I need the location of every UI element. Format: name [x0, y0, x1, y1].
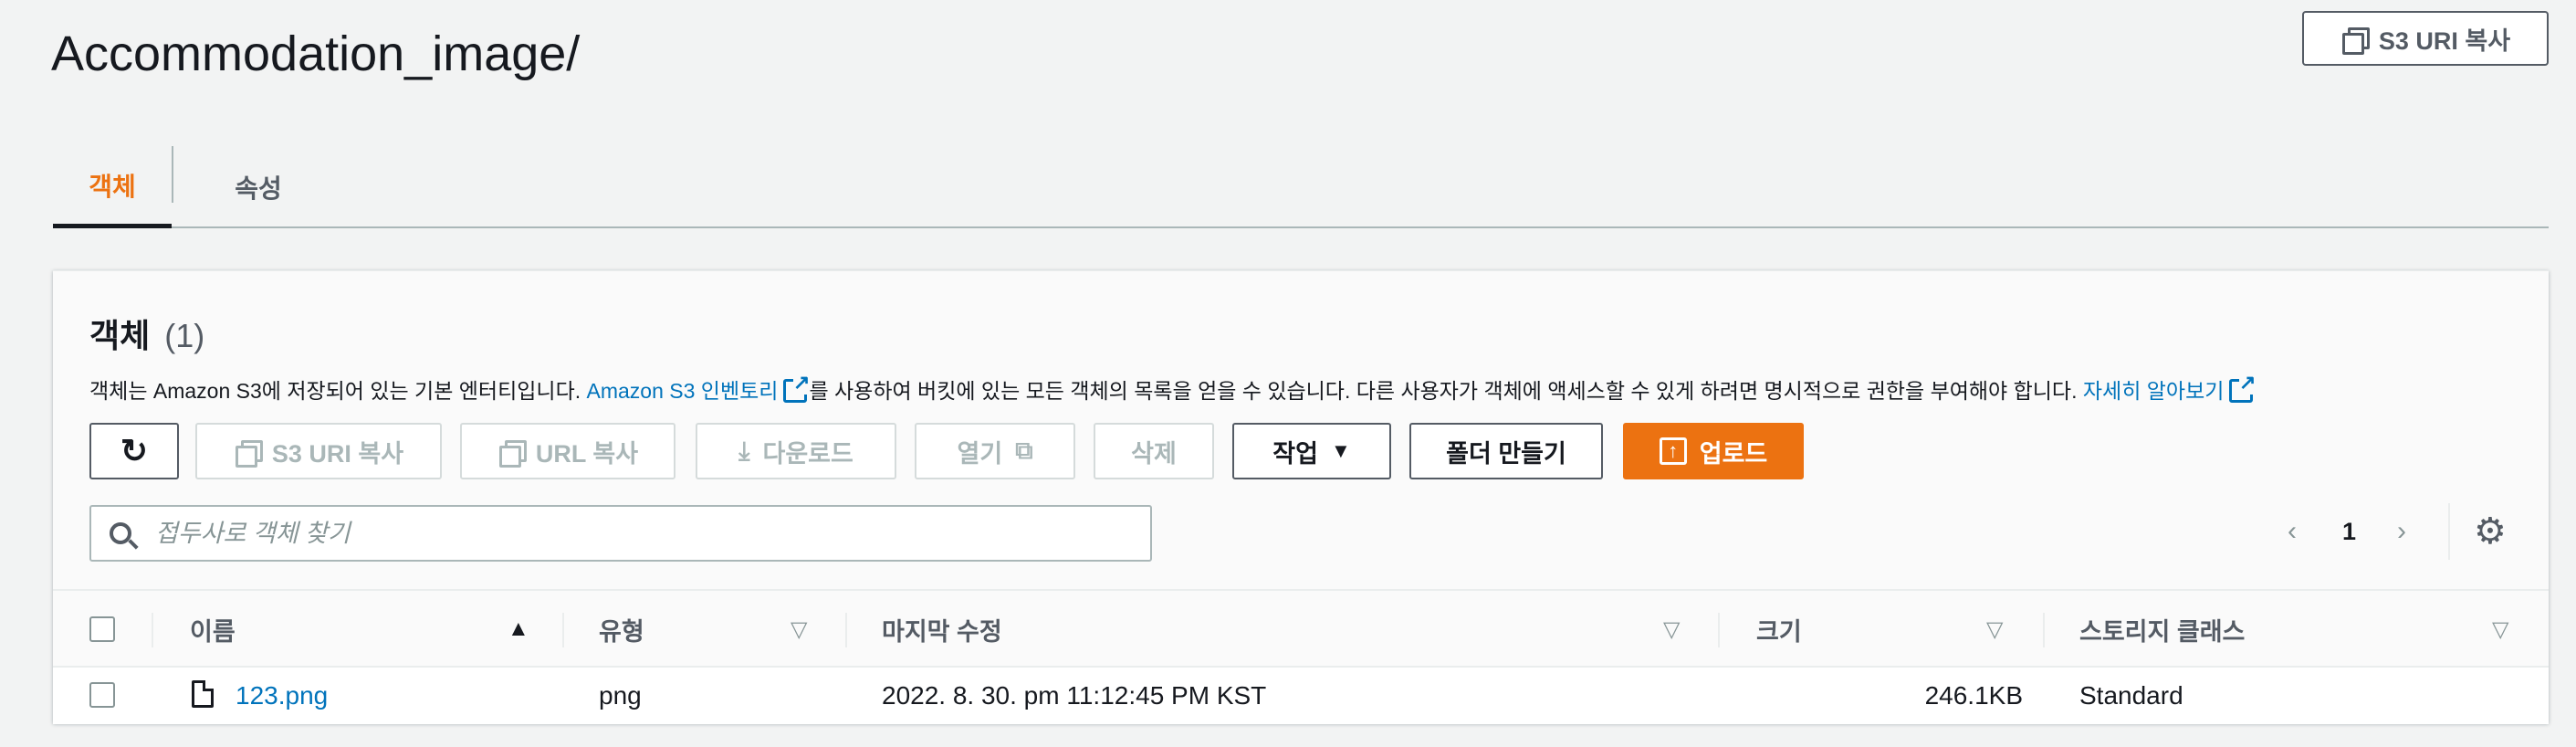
create-folder-label: 폴더 만들기	[1446, 439, 1566, 468]
column-divider	[562, 613, 564, 647]
table-header: 이름 ▲ 유형 ▽ 마지막 수정 ▽ 크기 ▽ 스토리지 클래스 ▽	[53, 589, 2549, 668]
external-link-icon	[783, 371, 811, 403]
refresh-icon: ↻	[120, 432, 149, 469]
tab-objects[interactable]: 객체	[53, 146, 172, 228]
caret-down-icon: ▼	[1330, 439, 1351, 462]
copy-s3-uri-header-button[interactable]: S3 URI 복사	[2302, 11, 2549, 66]
download-button[interactable]: ⤓ 다운로드	[696, 423, 896, 479]
column-header-storage-class[interactable]: 스토리지 클래스	[2079, 591, 2245, 668]
delete-label: 삭제	[1131, 439, 1177, 468]
refresh-button[interactable]: ↻	[89, 423, 179, 479]
column-header-last-modified[interactable]: 마지막 수정	[882, 591, 1002, 668]
upload-button[interactable]: ↑ 업로드	[1623, 423, 1804, 479]
objects-count: (1)	[164, 317, 205, 354]
search-field	[89, 505, 1152, 562]
chevron-right-icon: ›	[2397, 516, 2406, 546]
objects-panel-title: 객체 (1)	[89, 310, 204, 357]
inventory-link[interactable]: Amazon S3 인벤토리	[587, 379, 779, 403]
sort-icon[interactable]: ▽	[1663, 616, 1680, 643]
copy-url-button[interactable]: URL 복사	[460, 423, 675, 479]
download-label: 다운로드	[762, 439, 853, 468]
object-storage-class-cell: Standard	[2079, 681, 2183, 710]
description-part2: 를 사용하여 버킷에 있는 모든 객체의 목록을 얻을 수 있습니다. 다른 사…	[809, 379, 2083, 403]
description-part1: 객체는 Amazon S3에 저장되어 있는 기본 엔터티입니다.	[89, 379, 587, 403]
sort-icon[interactable]: ▽	[2492, 616, 2508, 643]
search-input[interactable]	[155, 519, 1141, 548]
tab-bar: 객체 속성	[53, 146, 2549, 228]
gear-icon[interactable]: ⚙	[2474, 510, 2507, 552]
copy-icon	[234, 438, 263, 468]
objects-panel: 객체 (1) 객체는 Amazon S3에 저장되어 있는 기본 엔터티입니다.…	[53, 270, 2549, 724]
object-last-modified-cell: 2022. 8. 30. pm 11:12:45 PM KST	[882, 681, 1267, 710]
object-name-cell: 123.png	[236, 668, 328, 724]
column-header-type[interactable]: 유형	[599, 591, 644, 668]
download-icon: ⤓	[738, 436, 750, 465]
learn-more-link[interactable]: 자세히 알아보기	[2083, 379, 2225, 403]
next-page-button[interactable]: ›	[2397, 500, 2406, 563]
upload-label: 업로드	[1699, 439, 1768, 468]
copy-icon	[2340, 26, 2370, 55]
page-title: Accommodation_image/	[51, 26, 581, 81]
open-label: 열기	[957, 439, 1003, 468]
tab-divider	[172, 146, 173, 203]
column-header-size[interactable]: 크기	[1756, 591, 1802, 668]
actions-dropdown[interactable]: 작업 ▼	[1232, 423, 1391, 479]
open-button[interactable]: 열기 ⧉	[915, 423, 1075, 479]
tab-properties[interactable]: 속성	[199, 146, 318, 228]
pager-divider	[2448, 503, 2450, 560]
search-icon	[110, 522, 131, 544]
chevron-left-icon: ‹	[2288, 516, 2297, 546]
sort-icon[interactable]: ▽	[791, 616, 807, 643]
select-all-checkbox[interactable]	[89, 616, 115, 642]
copy-s3-uri-header-label: S3 URI 복사	[2378, 26, 2511, 55]
external-link-icon: ⧉	[1015, 437, 1033, 464]
object-type-cell: png	[599, 681, 642, 710]
objects-title: 객체	[89, 317, 151, 354]
table-row[interactable]: 123.png png 2022. 8. 30. pm 11:12:45 PM …	[53, 668, 2549, 724]
file-icon	[192, 680, 214, 708]
copy-icon	[497, 438, 527, 468]
column-header-name[interactable]: 이름	[190, 591, 236, 668]
delete-button[interactable]: 삭제	[1094, 423, 1214, 479]
create-folder-button[interactable]: 폴더 만들기	[1409, 423, 1603, 479]
row-checkbox[interactable]	[89, 682, 115, 708]
objects-description: 객체는 Amazon S3에 저장되어 있는 기본 엔터티입니다. Amazon…	[89, 371, 2257, 405]
upload-icon: ↑	[1659, 437, 1687, 465]
column-divider	[845, 613, 847, 647]
sort-icon[interactable]: ▽	[1986, 616, 2003, 643]
current-page-number[interactable]: 1	[2342, 500, 2356, 563]
column-divider	[152, 613, 153, 647]
sort-ascending-icon[interactable]: ▲	[508, 616, 529, 642]
copy-s3-uri-button[interactable]: S3 URI 복사	[195, 423, 442, 479]
external-link-icon	[2229, 371, 2257, 403]
copy-url-label: URL 복사	[535, 439, 639, 468]
object-size-cell: 246.1KB	[1924, 681, 2023, 710]
object-name-link[interactable]: 123.png	[236, 681, 328, 710]
actions-label: 작업	[1272, 439, 1318, 468]
column-divider	[1718, 613, 1720, 647]
copy-s3-uri-label: S3 URI 복사	[271, 439, 404, 468]
objects-panel-header: 객체 (1) 객체는 Amazon S3에 저장되어 있는 기본 엔터티입니다.…	[53, 271, 2549, 589]
previous-page-button[interactable]: ‹	[2288, 500, 2297, 563]
column-divider	[2043, 613, 2045, 647]
